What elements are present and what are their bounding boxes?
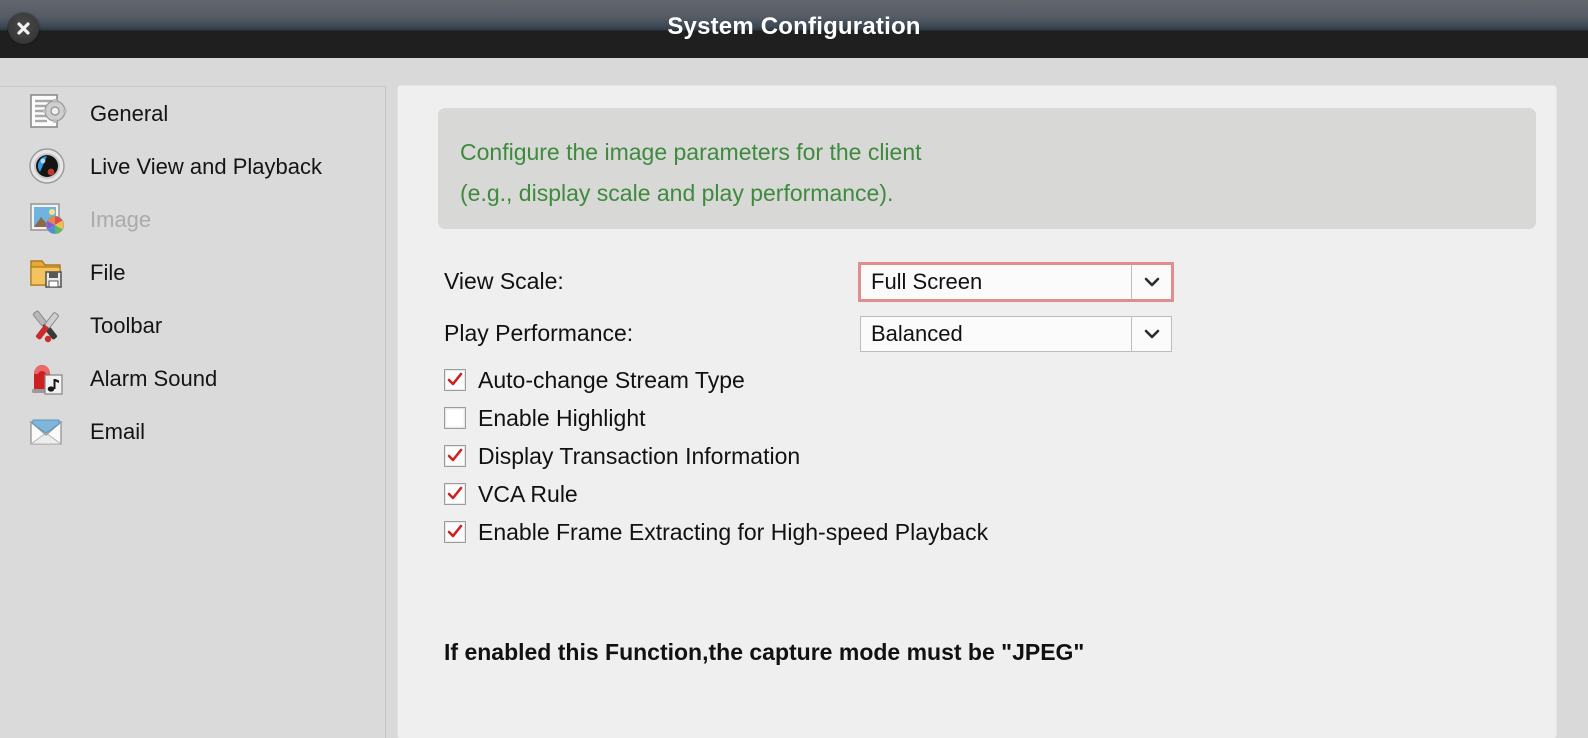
sidebar-item-label: General (90, 100, 169, 126)
info-banner: Configure the image parameters for the c… (438, 108, 1536, 229)
capture-mode-note: If enabled this Function,the capture mod… (444, 639, 1085, 665)
field-view-scale: View Scale: Full Screen (398, 262, 1556, 302)
checkbox-display-transaction-information[interactable]: Display Transaction Information (444, 440, 800, 472)
chevron-down-icon (1131, 265, 1171, 299)
sidebar-item-file[interactable]: File (0, 246, 385, 299)
sidebar-item-live-view-and-playback[interactable]: Live View and Playback (0, 140, 385, 193)
sidebar-item-image[interactable]: Image (0, 193, 385, 246)
play-performance-value: Balanced (871, 321, 963, 346)
sidebar-item-label: Live View and Playback (90, 153, 322, 179)
window-title: System Configuration (667, 13, 921, 40)
view-scale-dropdown[interactable]: Full Screen (858, 262, 1174, 302)
hammer-wrench-icon (28, 305, 72, 347)
sidebar-item-label: Email (90, 418, 146, 444)
checkbox-checked-icon (444, 521, 466, 543)
sidebar-item-label: Alarm Sound (90, 365, 218, 391)
checkbox-enable-frame-extracting[interactable]: Enable Frame Extracting for High-speed P… (444, 516, 988, 548)
folder-save-icon (28, 252, 72, 294)
sidebar-item-label: File (90, 259, 126, 285)
checkbox-label: Enable Highlight (478, 404, 646, 431)
info-line-1: Configure the image parameters for the c… (460, 139, 922, 165)
checkbox-label: VCA Rule (478, 480, 578, 507)
play-performance-label: Play Performance: (444, 320, 634, 346)
sidebar-item-email[interactable]: Email (0, 405, 385, 458)
info-line-2: (e.g., display scale and play performanc… (460, 180, 894, 206)
checkbox-label: Display Transaction Information (478, 442, 801, 469)
dialog-body: General Live View and Playback Image Fil… (0, 58, 1588, 738)
envelope-icon (28, 411, 72, 453)
document-gear-icon (28, 93, 72, 135)
checkbox-label: Auto-change Stream Type (478, 366, 745, 393)
checkbox-enable-highlight[interactable]: Enable Highlight (444, 402, 646, 434)
checkbox-auto-change-stream-type[interactable]: Auto-change Stream Type (444, 364, 745, 396)
checkbox-checked-icon (444, 445, 466, 467)
view-scale-value: Full Screen (871, 269, 983, 294)
checkbox-unchecked-icon (444, 407, 466, 429)
window-titlebar: System Configuration (0, 0, 1588, 58)
checkbox-checked-icon (444, 369, 466, 391)
sidebar-item-label: Image (90, 206, 152, 232)
sidebar-item-alarm-sound[interactable]: Alarm Sound (0, 352, 385, 405)
picture-palette-icon (28, 199, 72, 241)
checkbox-vca-rule[interactable]: VCA Rule (444, 478, 578, 510)
view-scale-label: View Scale: (444, 268, 564, 294)
field-play-performance: Play Performance: Balanced (398, 316, 1556, 352)
play-performance-dropdown[interactable]: Balanced (860, 316, 1172, 352)
sidebar-item-general[interactable]: General (0, 87, 385, 140)
checkbox-label: Enable Frame Extracting for High-speed P… (478, 518, 989, 545)
sidebar: General Live View and Playback Image Fil… (0, 86, 386, 738)
sidebar-item-label: Toolbar (90, 312, 163, 338)
checkbox-checked-icon (444, 483, 466, 505)
sidebar-item-toolbar[interactable]: Toolbar (0, 299, 385, 352)
camera-lens-icon (28, 146, 72, 188)
content-panel: Configure the image parameters for the c… (398, 86, 1556, 738)
chevron-down-icon (1131, 317, 1171, 351)
siren-music-icon (28, 358, 72, 400)
